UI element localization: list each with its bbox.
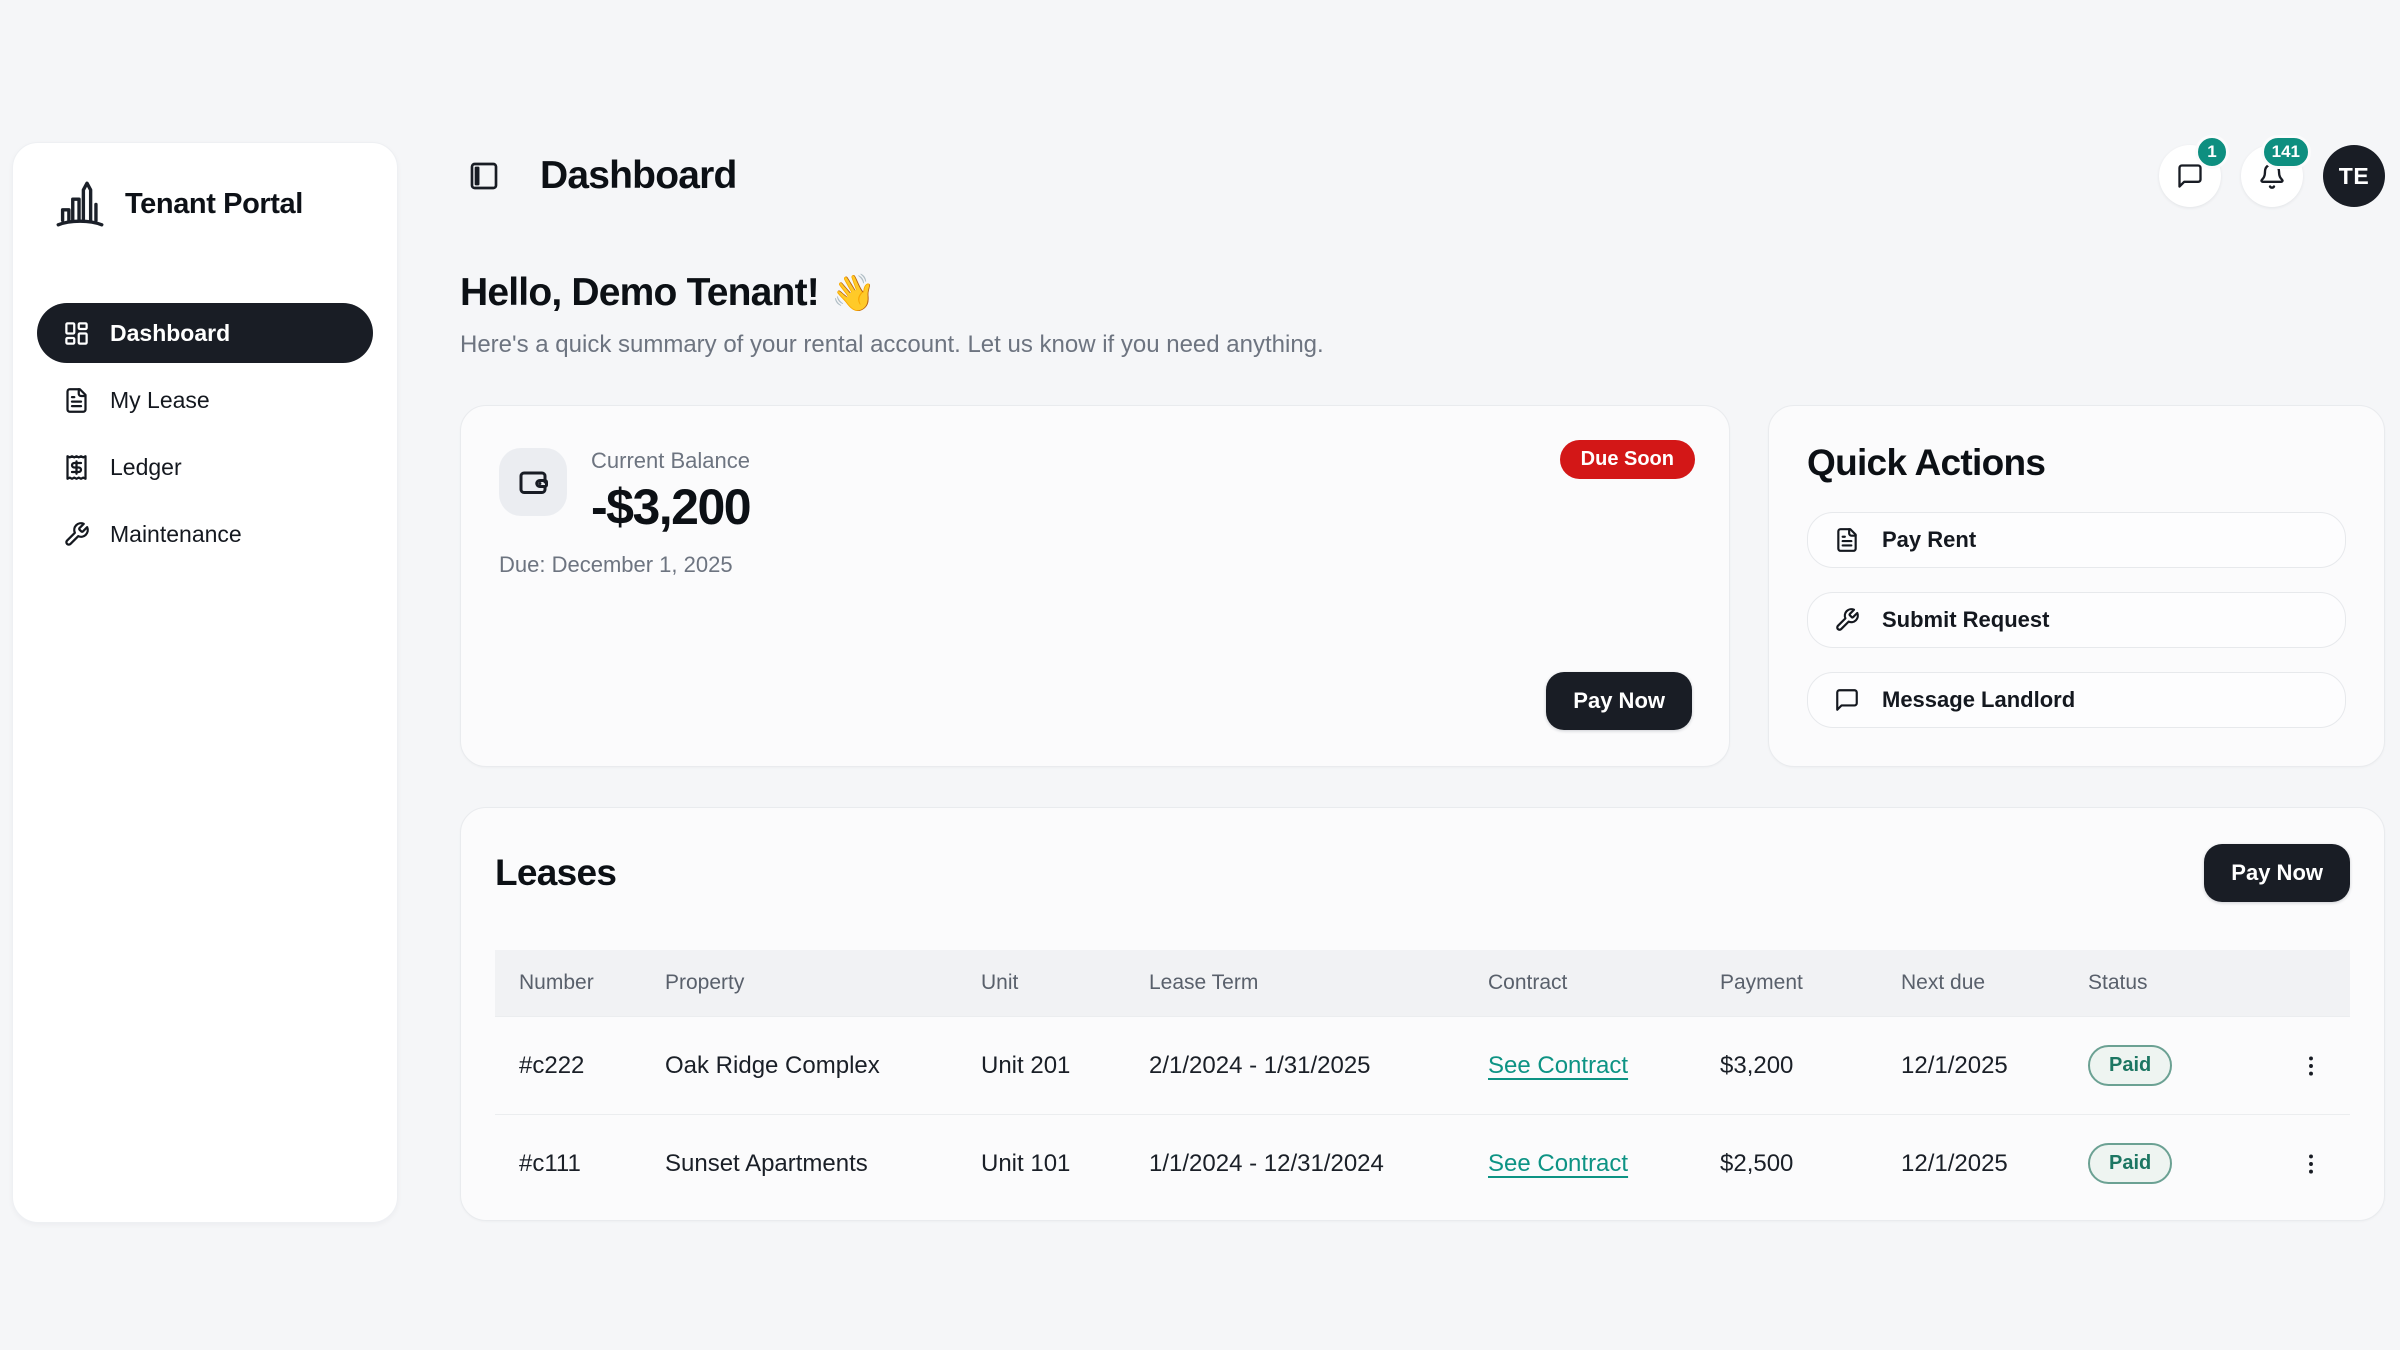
sidebar-item-label: My Lease	[110, 387, 210, 414]
greeting-subtitle: Here's a quick summary of your rental ac…	[460, 331, 2385, 359]
avatar[interactable]: TE	[2323, 145, 2385, 207]
lease-term: 2/1/2024 - 1/31/2025	[1149, 1052, 1488, 1080]
leases-pay-now-button[interactable]: Pay Now	[2204, 844, 2350, 902]
lease-unit: Unit 101	[981, 1150, 1149, 1178]
message-bubble-icon	[2176, 162, 2204, 190]
message-bubble-icon	[1834, 687, 1860, 713]
column-header-unit: Unit	[981, 971, 1149, 995]
lease-number: #c222	[495, 1052, 665, 1080]
column-header-next-due: Next due	[1901, 971, 2088, 995]
balance-due-date: Due: December 1, 2025	[499, 552, 733, 578]
topbar-actions: 1 141 TE	[2159, 145, 2385, 207]
sidebar-item-maintenance[interactable]: Maintenance	[37, 504, 373, 564]
topbar: Dashboard 1 141 TE	[460, 145, 2385, 207]
lease-payment: $2,500	[1720, 1150, 1901, 1178]
brand-name: Tenant Portal	[125, 188, 303, 221]
leases-title: Leases	[495, 852, 616, 894]
leases-card: Leases Pay Now Number Property Unit Leas…	[460, 807, 2385, 1221]
column-header-property: Property	[665, 971, 981, 995]
page-title: Dashboard	[540, 154, 737, 198]
pay-rent-button[interactable]: Pay Rent	[1807, 512, 2346, 568]
pay-now-button[interactable]: Pay Now	[1546, 672, 1692, 730]
quick-actions-card: Quick Actions Pay Rent	[1768, 405, 2385, 767]
sidebar-item-dashboard[interactable]: Dashboard	[37, 303, 373, 363]
quick-action-label: Pay Rent	[1882, 527, 1976, 553]
lease-number: #c111	[495, 1150, 665, 1178]
notifications-count-badge: 141	[2261, 135, 2311, 169]
sidebar-item-label: Ledger	[110, 454, 182, 481]
see-contract-link[interactable]: See Contract	[1488, 1150, 1628, 1177]
column-header-status: Status	[2088, 971, 2272, 995]
see-contract-link[interactable]: See Contract	[1488, 1052, 1628, 1079]
quick-actions-title: Quick Actions	[1807, 442, 2346, 484]
sidebar-item-label: Dashboard	[110, 320, 230, 347]
sidebar-item-label: Maintenance	[110, 521, 242, 548]
balance-card: Current Balance -$3,200 Due: December 1,…	[460, 405, 1730, 767]
kebab-menu-icon	[2298, 1151, 2324, 1177]
table-header-row: Number Property Unit Lease Term Contract…	[495, 950, 2350, 1016]
due-soon-badge: Due Soon	[1560, 440, 1695, 479]
row-actions-menu-button[interactable]	[2291, 1144, 2331, 1184]
lease-payment: $3,200	[1720, 1052, 1901, 1080]
greeting-section: Hello, Demo Tenant! 👋 Here's a quick sum…	[460, 271, 2385, 359]
summary-row: Current Balance -$3,200 Due: December 1,…	[460, 405, 2385, 767]
sidebar-nav: Dashboard My Lease Ledger	[37, 303, 373, 564]
wrench-icon	[63, 521, 90, 548]
file-text-icon	[63, 387, 90, 414]
quick-action-label: Message Landlord	[1882, 687, 2075, 713]
lease-term: 1/1/2024 - 12/31/2024	[1149, 1150, 1488, 1178]
wrench-icon	[1834, 607, 1860, 633]
column-header-lease-term: Lease Term	[1149, 971, 1488, 995]
main-content: Dashboard 1 141 TE	[460, 0, 2385, 1221]
sidebar: Tenant Portal Dashboard My Lease	[12, 142, 398, 1223]
table-row: #c111 Sunset Apartments Unit 101 1/1/202…	[495, 1114, 2350, 1212]
column-header-payment: Payment	[1720, 971, 1901, 995]
column-header-contract: Contract	[1488, 971, 1720, 995]
panel-left-icon	[468, 160, 502, 192]
status-badge: Paid	[2088, 1045, 2172, 1086]
message-landlord-button[interactable]: Message Landlord	[1807, 672, 2346, 728]
wallet-icon	[499, 448, 567, 516]
sidebar-item-ledger[interactable]: Ledger	[37, 437, 373, 497]
lease-property: Sunset Apartments	[665, 1150, 981, 1178]
notifications-button[interactable]: 141	[2241, 145, 2303, 207]
sidebar-item-my-lease[interactable]: My Lease	[37, 370, 373, 430]
lease-next-due: 12/1/2025	[1901, 1052, 2088, 1080]
city-buildings-icon	[51, 175, 109, 233]
kebab-menu-icon	[2298, 1053, 2324, 1079]
status-badge: Paid	[2088, 1143, 2172, 1184]
balance-amount: -$3,200	[591, 478, 750, 536]
file-text-icon	[1834, 527, 1860, 553]
dashboard-grid-icon	[63, 320, 90, 347]
lease-unit: Unit 201	[981, 1052, 1149, 1080]
receipt-icon	[63, 454, 90, 481]
submit-request-button[interactable]: Submit Request	[1807, 592, 2346, 648]
quick-action-label: Submit Request	[1882, 607, 2049, 633]
column-header-number: Number	[495, 971, 665, 995]
messages-button[interactable]: 1	[2159, 145, 2221, 207]
table-row: #c222 Oak Ridge Complex Unit 201 2/1/202…	[495, 1016, 2350, 1114]
lease-property: Oak Ridge Complex	[665, 1052, 981, 1080]
row-actions-menu-button[interactable]	[2291, 1046, 2331, 1086]
brand: Tenant Portal	[37, 175, 373, 233]
sidebar-toggle-button[interactable]	[468, 159, 502, 193]
balance-label: Current Balance	[591, 448, 750, 474]
wave-emoji: 👋	[831, 272, 875, 314]
leases-table: Number Property Unit Lease Term Contract…	[495, 950, 2350, 1212]
messages-count-badge: 1	[2195, 135, 2229, 169]
greeting-title: Hello, Demo Tenant!	[460, 271, 819, 315]
lease-next-due: 12/1/2025	[1901, 1150, 2088, 1178]
